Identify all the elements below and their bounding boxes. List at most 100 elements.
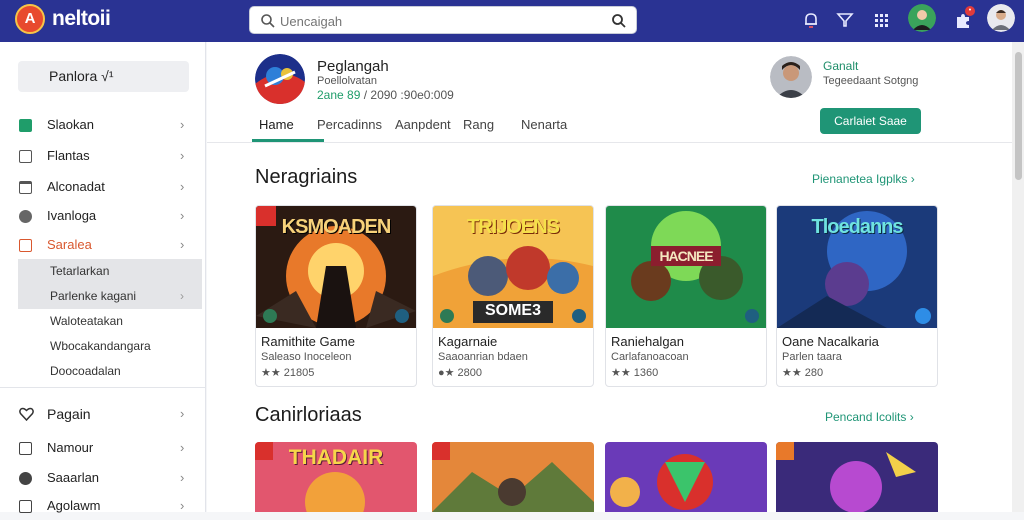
- sidebar-header-button[interactable]: Panlora √¹: [18, 61, 189, 92]
- controller-icon: [19, 210, 32, 223]
- section-see-all-link[interactable]: Pencand Icolits ›: [825, 410, 914, 424]
- thumbnail-title: TRIJOENS: [466, 216, 560, 238]
- sidebar-item-label: Flantas: [47, 148, 90, 163]
- chevron-right-icon: ›: [180, 148, 185, 163]
- game-card[interactable]: TRIJOENS SOME3 Kagarnaie Saaoanrian bdae…: [432, 205, 594, 387]
- developer-name[interactable]: Ganalt: [823, 59, 858, 73]
- sidebar-divider: [0, 387, 206, 388]
- section-title: Neragriains: [255, 166, 358, 188]
- primary-action-button[interactable]: Carlaiet Saae: [820, 108, 921, 134]
- search-input[interactable]: [280, 11, 580, 31]
- sidebar-item-namour[interactable]: Namour ›: [0, 434, 206, 462]
- sidebar-subitem[interactable]: Doocoadalan: [18, 359, 202, 384]
- folder-icon: [19, 181, 32, 194]
- search-icon: [261, 14, 275, 28]
- chevron-right-icon: ›: [180, 237, 185, 252]
- sidebar-item-saralea[interactable]: Saralea ›: [0, 231, 206, 259]
- card-title: Raniehalgan: [611, 334, 685, 349]
- sidebar-subitem-label: Parlenke kagani: [50, 289, 137, 303]
- game-rating: 2ane 89: [317, 88, 361, 102]
- section-see-all-link[interactable]: Pienanetea Igplks ›: [812, 172, 915, 186]
- game-card[interactable]: KSMOADEN Ramithite Game Saleaso Inoceleo…: [255, 205, 417, 387]
- game-icon: [19, 119, 32, 132]
- chevron-right-icon: ›: [180, 470, 185, 485]
- card-subtitle: Carlafanoacoan: [611, 351, 689, 363]
- sidebar-item-alconadat[interactable]: Alconadat ›: [0, 173, 206, 201]
- top-bar: A neltoii •: [0, 0, 1024, 42]
- chevron-right-icon: ›: [180, 208, 185, 223]
- notification-badge: •: [965, 6, 975, 16]
- game-card[interactable]: THADAIR: [255, 442, 417, 512]
- section-link-label: Pencand Icolits: [825, 410, 907, 424]
- tab-rang[interactable]: Rang: [463, 117, 494, 141]
- game-subtitle: Poellolvatan: [317, 75, 377, 87]
- game-logo[interactable]: [255, 54, 305, 104]
- sidebar-item-pagain[interactable]: Pagain ›: [0, 400, 206, 428]
- card-title: Ramithite Game: [261, 334, 355, 349]
- game-card[interactable]: Tloedanns Oane Nacalkaria Parlen taara ★…: [776, 205, 938, 387]
- bell-icon[interactable]: [800, 9, 822, 31]
- grid-icon: [19, 150, 32, 163]
- section-title: Canirloriaas: [255, 404, 362, 426]
- sidebar-subitem[interactable]: Wbocakandangara: [18, 334, 202, 359]
- sidebar-item-label: Agolawm: [47, 498, 101, 513]
- thumbnail-title: KSMOADEN: [281, 216, 392, 238]
- sidebar-item-saaarlan[interactable]: Saaarlan ›: [0, 464, 206, 492]
- game-thumbnail: [776, 442, 938, 512]
- developer-avatar[interactable]: [770, 56, 812, 98]
- sidebar: Panlora √¹ Slaokan › Flantas › Alconadat…: [0, 42, 206, 513]
- tabs-divider: [207, 142, 1012, 143]
- filter-icon[interactable]: [834, 9, 856, 31]
- sidebar-subitem[interactable]: Tetarlarkan: [18, 259, 202, 284]
- card-rating: ●★ 2800: [438, 367, 483, 379]
- sidebar-subitem-selected[interactable]: Parlenke kagani ›: [18, 284, 202, 309]
- thumbnail-title: Tloedanns: [811, 216, 903, 238]
- sidebar-item-label: Slaokan: [47, 117, 94, 132]
- card-subtitle: Parlen taara: [782, 351, 842, 363]
- sidebar-item-ivanloga[interactable]: Ivanloga ›: [0, 202, 206, 230]
- game-thumbnail: [605, 442, 767, 512]
- game-card[interactable]: [776, 442, 938, 512]
- game-card[interactable]: [605, 442, 767, 512]
- game-thumbnail: [432, 442, 594, 512]
- game-card[interactable]: HACNEE Raniehalgan Carlafanoacoan ★★ 136…: [605, 205, 767, 387]
- sidebar-item-flantas[interactable]: Flantas ›: [0, 142, 206, 170]
- tab-percadinns[interactable]: Percadinns: [317, 117, 382, 141]
- heart-icon: [19, 407, 34, 421]
- game-stats: 2ane 89 / 2090 :90e0:009: [317, 88, 454, 102]
- apps-grid-icon[interactable]: [870, 9, 892, 31]
- card-rating: ★★ 21805: [261, 367, 315, 379]
- category-icon: [19, 239, 32, 252]
- sidebar-item-label: Saralea: [47, 237, 92, 252]
- game-card[interactable]: [432, 442, 594, 512]
- tab-home[interactable]: Hame: [259, 117, 294, 141]
- sidebar-subitem[interactable]: Waloteatakan: [18, 309, 202, 334]
- user-avatar[interactable]: [908, 4, 936, 32]
- card-rating: ★★ 280: [782, 367, 824, 379]
- card-subtitle: Saleaso Inoceleon: [261, 351, 352, 363]
- profile-avatar[interactable]: [987, 4, 1015, 32]
- card-title: Oane Nacalkaria: [782, 334, 879, 349]
- sidebar-item-label: Alconadat: [47, 179, 105, 194]
- scrollbar-thumb[interactable]: [1015, 52, 1022, 180]
- search-bar[interactable]: [249, 6, 637, 34]
- tab-aanpdent[interactable]: Aanpdent: [395, 117, 451, 141]
- chevron-right-icon: ›: [180, 179, 185, 194]
- chevron-right-icon: ›: [180, 440, 185, 455]
- tag-icon: [19, 442, 32, 455]
- sidebar-item-agolawm[interactable]: Agolawm ›: [0, 492, 206, 520]
- thumbnail-title: THADAIR: [288, 446, 384, 469]
- search-submit-icon[interactable]: [611, 13, 627, 29]
- chevron-right-icon: ›: [180, 498, 185, 513]
- sidebar-item-label: Ivanloga: [47, 208, 97, 223]
- game-title: Peglangah: [317, 58, 389, 75]
- app-logo-icon[interactable]: A: [15, 4, 45, 34]
- game-stat-values: / 2090 :90e0:009: [363, 88, 454, 102]
- chevron-right-icon: ›: [910, 172, 915, 186]
- app-name[interactable]: neltoii: [52, 7, 111, 31]
- section-link-label: Pienanetea Igplks: [812, 172, 908, 186]
- card-title: Kagarnaie: [438, 334, 498, 349]
- tab-nenarta[interactable]: Nenarta: [521, 117, 567, 141]
- sidebar-item-slaokan[interactable]: Slaokan ›: [0, 111, 206, 139]
- chevron-right-icon: ›: [180, 406, 185, 421]
